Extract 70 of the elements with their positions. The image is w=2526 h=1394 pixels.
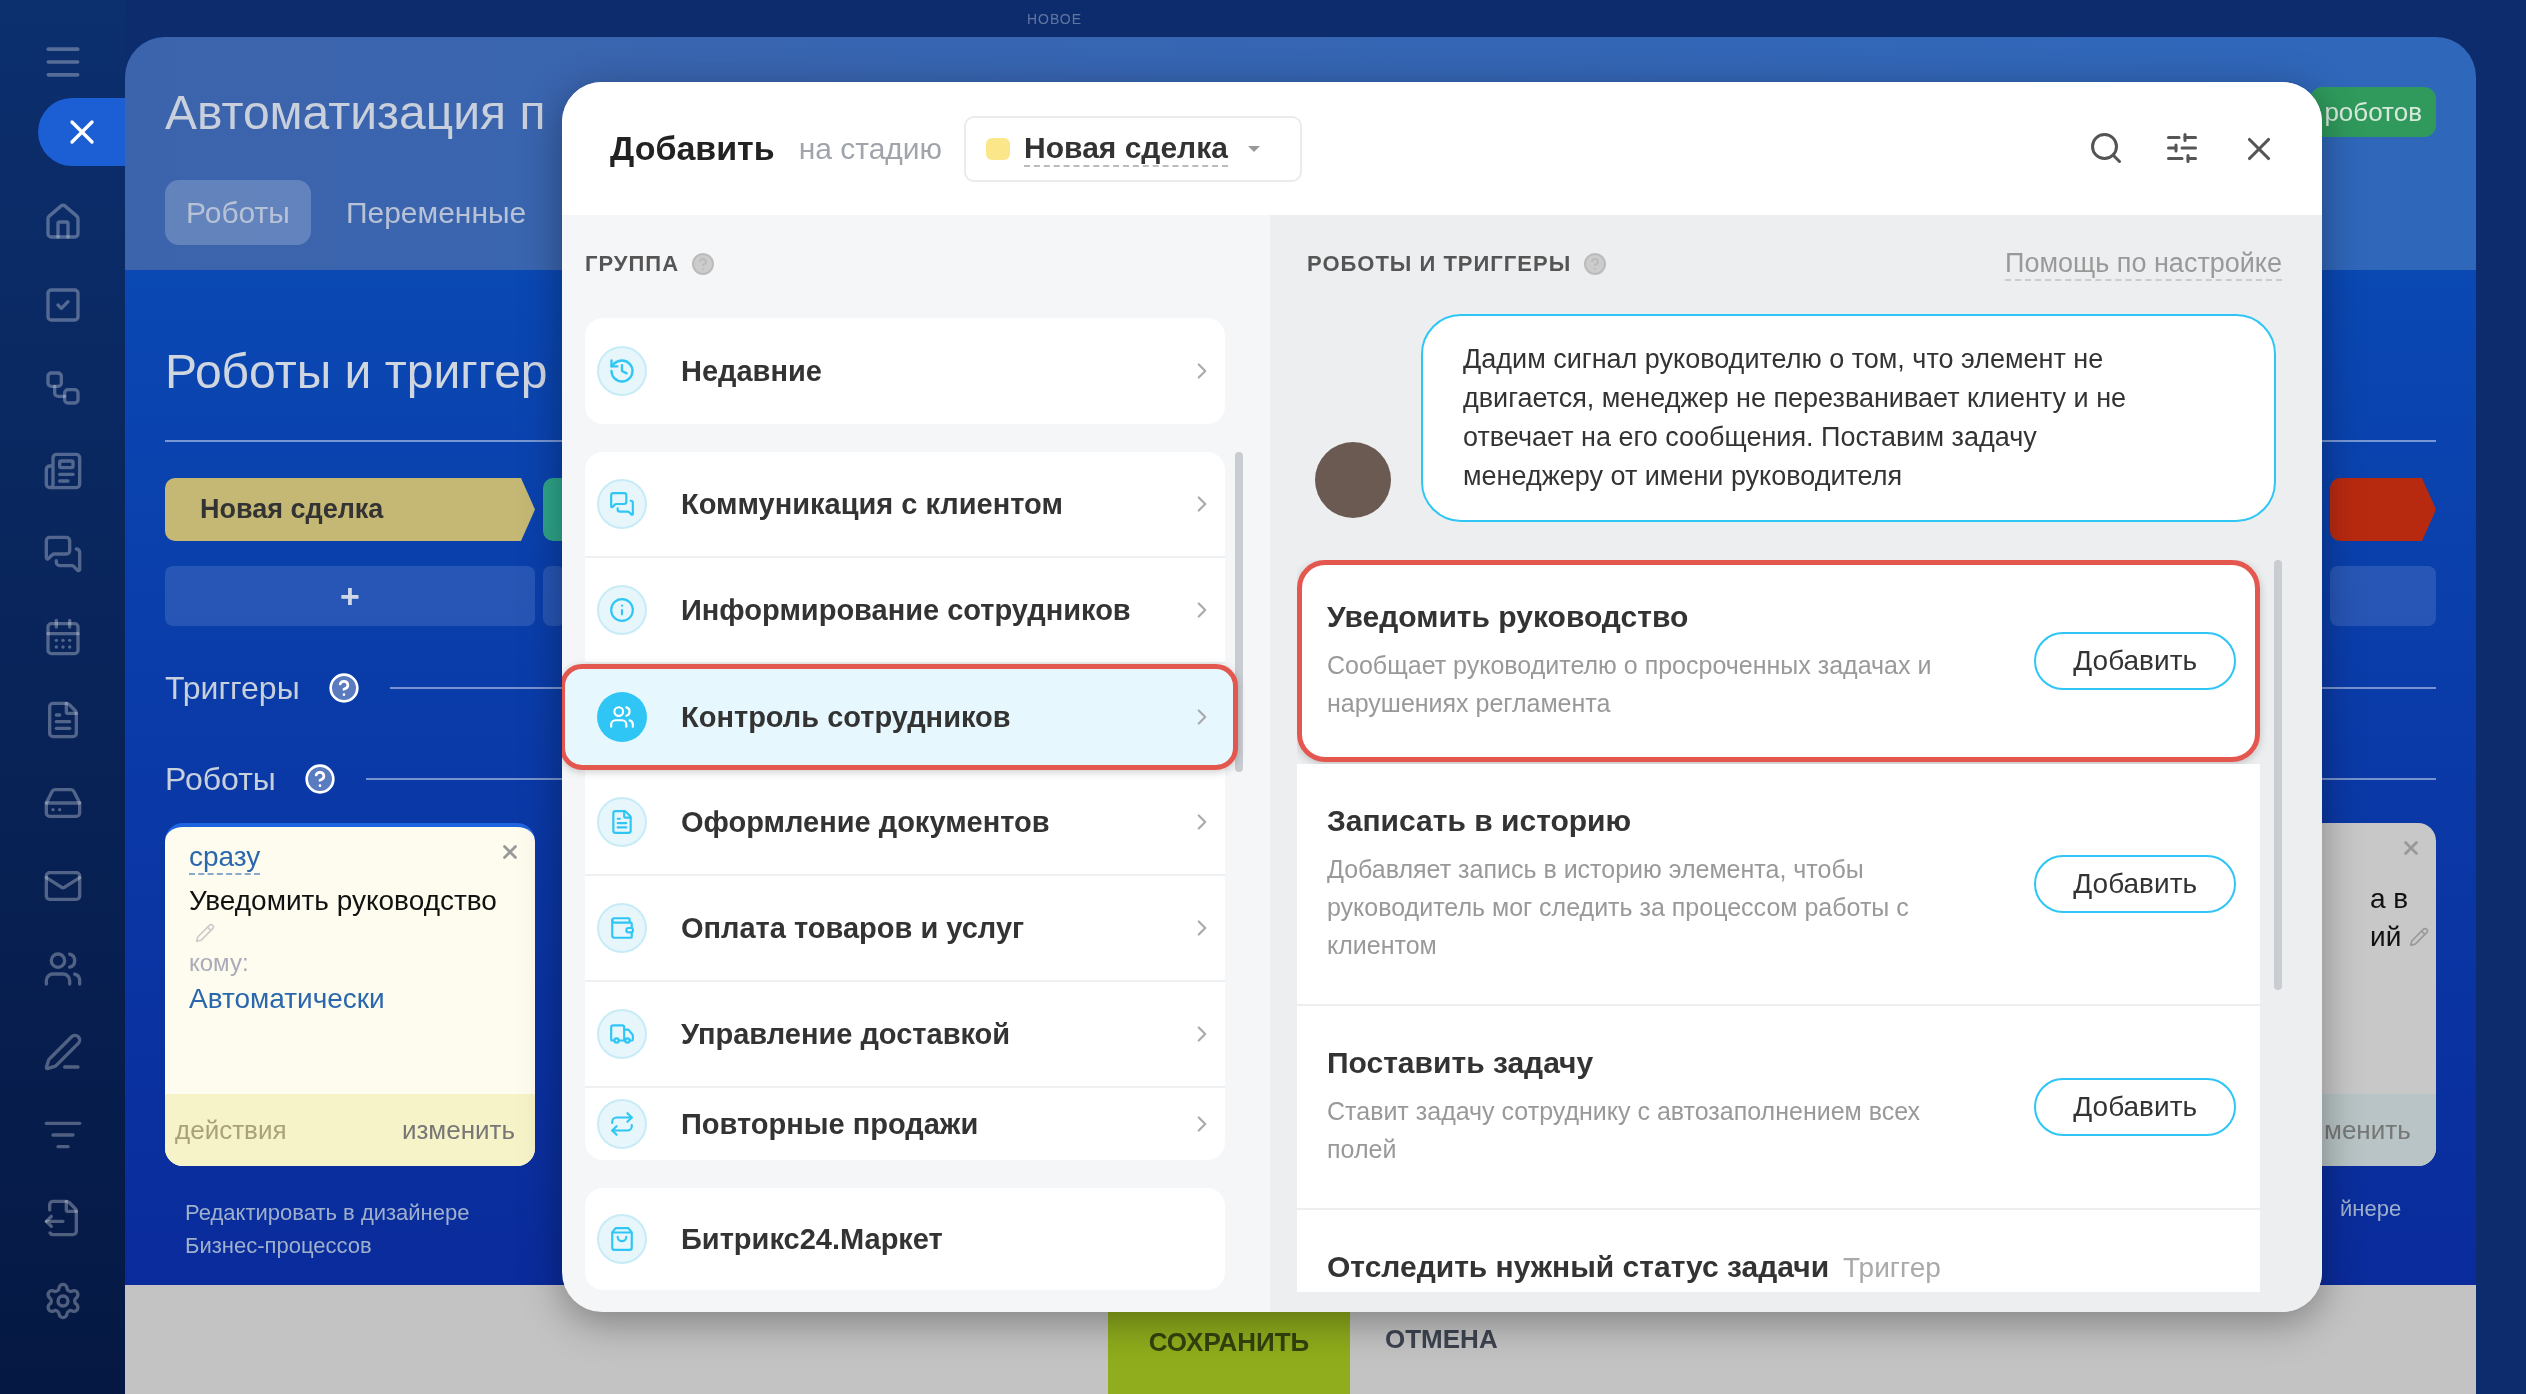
group-label: Оформление документов <box>681 805 1050 839</box>
pencil-icon[interactable] <box>195 923 215 943</box>
recipient-link[interactable]: Автоматически <box>189 983 385 1015</box>
robots-title: Роботы <box>165 760 276 798</box>
group-item[interactable]: Оформление документов <box>585 770 1225 876</box>
robot-description: Ставит задачу сотруднику с автозаполнением всех полей <box>1327 1096 1922 1165</box>
chat-icon[interactable] <box>42 534 83 574</box>
tab[interactable]: Переменные <box>324 180 548 245</box>
group-item[interactable]: Повторные продажи <box>585 1088 1225 1160</box>
stage-bar[interactable]: Новая сделка <box>165 478 535 541</box>
group-item[interactable]: Коммуникация с клиентом <box>585 452 1225 558</box>
cancel-button[interactable]: ОТМЕНА <box>1370 1285 1513 1394</box>
group-label: Коммуникация с клиентом <box>681 487 1063 521</box>
add-button[interactable]: Добавить <box>2034 632 2237 690</box>
wallet-icon <box>597 903 647 953</box>
robot-description: Сообщает руководителю о просроченных задачах и нарушениях регламента <box>1327 650 1933 719</box>
section-heading: Роботы и триггер <box>165 344 548 400</box>
chat-icon <box>597 479 647 529</box>
robot-title: ий <box>2370 921 2402 953</box>
robot-title: Уведомить руководство <box>1327 600 1689 634</box>
users-icon[interactable] <box>42 949 83 989</box>
info-icon <box>597 585 647 635</box>
stage-dropdown[interactable]: Новая сделка <box>964 115 1302 182</box>
recipient-label: кому: <box>189 949 249 977</box>
edit-link[interactable]: изменить <box>401 1114 515 1146</box>
robots-triggers-title: РОБОТЫ И ТРИГГЕРЫ <box>1307 251 1572 277</box>
group-label: Управление доставкой <box>681 1017 1011 1051</box>
robot-title: Уведомить руководство <box>189 885 497 917</box>
robot-title: Отследить нужный статус задачи <box>1327 1250 1830 1284</box>
group-label: Информирование сотрудников <box>681 593 1131 627</box>
shopping-bag-icon <box>597 1214 647 1264</box>
group-label: Контроль сотрудников <box>681 700 1011 734</box>
recent-item[interactable]: Недавние <box>585 318 1225 424</box>
group-item[interactable]: Управление доставкой <box>585 982 1225 1088</box>
add-button[interactable]: Добавить <box>2034 855 2237 913</box>
group-item[interactable]: Контроль сотрудников <box>562 664 1238 770</box>
group-item[interactable]: Оплата товаров и услуг <box>585 876 1225 982</box>
group-label: Повторные продажи <box>681 1107 979 1141</box>
newspaper-icon[interactable] <box>42 451 83 491</box>
users-icon <box>597 692 647 742</box>
close-button[interactable] <box>38 98 125 166</box>
group-title: ГРУППА <box>585 251 680 277</box>
help-icon[interactable] <box>327 672 360 704</box>
document-icon <box>597 797 647 847</box>
timing-link[interactable]: сразу <box>189 841 261 875</box>
page-title: Автоматизация п <box>165 84 546 140</box>
pen-icon[interactable] <box>42 1032 83 1072</box>
triggers-title: Триггеры <box>165 669 300 707</box>
robot-title: а в <box>2370 883 2409 915</box>
robot-title: Записать в историю <box>1327 804 1632 838</box>
scrollbar[interactable] <box>2274 560 2282 990</box>
designer-link[interactable]: Редактировать в дизайнере Бизнес-процессов <box>185 1196 525 1262</box>
history-icon <box>597 346 647 396</box>
scrollbar[interactable] <box>1235 452 1243 772</box>
robot-description: Добавляет запись в историю элемента, чтобы руководитель мог следить за процессом работы с клиентом <box>1327 854 1910 961</box>
market-item[interactable]: Битрикс24.Маркет <box>585 1188 1225 1290</box>
add-robot-button[interactable]: + <box>165 566 535 626</box>
stage-label: на стадию <box>798 131 943 166</box>
group-label: Оплата товаров и услуг <box>681 911 1025 945</box>
help-icon[interactable] <box>303 763 336 795</box>
new-label: НОВОЕ <box>1027 10 1083 27</box>
dialog-title: Добавить <box>610 129 775 168</box>
pencil-icon[interactable] <box>2409 927 2430 947</box>
truck-icon <box>597 1009 647 1059</box>
repeat-icon <box>597 1099 647 1149</box>
trigger-tag: Триггер <box>1843 1252 1941 1284</box>
designer-link[interactable]: йнере <box>2340 1196 2436 1262</box>
hint-bubble: Дадим сигнал руководителю о том, что элемент не двигается, менеджер не перезванивает клиенту и не отвечает на его сообщения. Поставим задачу менеджеру от имени руководителя <box>1421 314 2276 522</box>
add-button[interactable]: Добавить <box>2034 1078 2237 1136</box>
robot-title: Поставить задачу <box>1327 1046 1594 1080</box>
